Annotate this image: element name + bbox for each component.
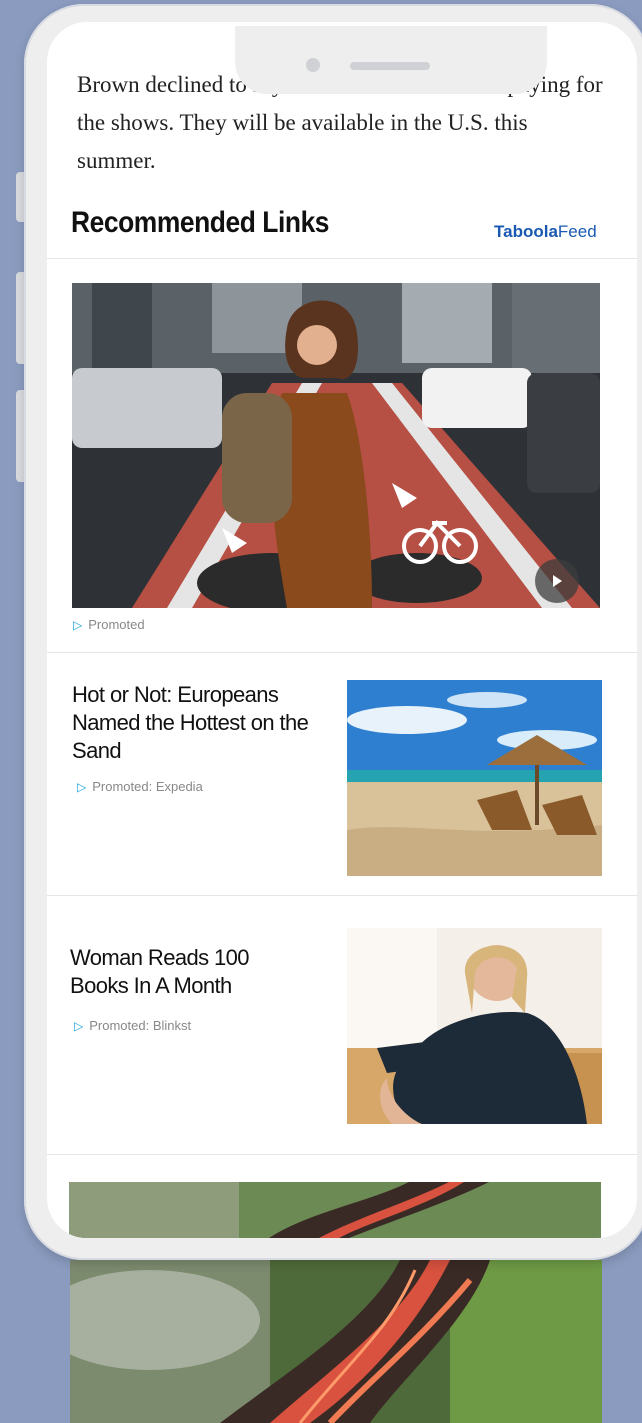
camera-icon	[306, 58, 320, 72]
card-thumbnail-beach[interactable]	[347, 680, 602, 876]
card-promoted-label[interactable]: ▷ Promoted: Blinkst	[74, 1018, 191, 1033]
divider	[47, 258, 637, 259]
taboola-logo-suffix: Feed	[557, 222, 597, 241]
lava-image-overflow[interactable]	[70, 1260, 602, 1423]
phone-screen: Brown declined to say how much Facebook …	[47, 22, 637, 1238]
play-icon	[553, 575, 562, 587]
card-thumbnail-woman[interactable]	[347, 928, 602, 1124]
promoted-arrow-icon: ▷	[74, 1018, 84, 1033]
promoted-text: Promoted: Expedia	[92, 779, 203, 794]
divider	[47, 895, 637, 896]
divider	[47, 1154, 637, 1155]
promoted-text: Promoted: Blinkst	[89, 1018, 192, 1033]
divider	[47, 652, 637, 653]
next-card-lava-image[interactable]	[69, 1182, 601, 1238]
hero-promoted-label[interactable]: ▷ Promoted	[73, 617, 145, 632]
taboola-logo-prefix: Tab	[494, 222, 523, 241]
taboola-feed-logo[interactable]: TaboolaFeed	[494, 222, 597, 242]
card-promoted-label[interactable]: ▷ Promoted: Expedia	[77, 779, 203, 794]
card-title[interactable]: Woman Reads 100 Books In A Month	[70, 944, 290, 1000]
promoted-arrow-icon: ▷	[77, 779, 87, 794]
feed-heading: Recommended Links	[71, 206, 330, 239]
promoted-arrow-icon: ▷	[73, 617, 83, 632]
speaker-icon	[350, 62, 430, 70]
play-video-button[interactable]	[535, 559, 579, 603]
taboola-logo-mid: oola	[522, 222, 558, 241]
promoted-text: Promoted	[88, 617, 145, 632]
phone-notch	[235, 26, 547, 94]
card-title[interactable]: Hot or Not: Europeans Named the Hottest …	[72, 681, 332, 765]
hero-image[interactable]	[72, 283, 600, 608]
